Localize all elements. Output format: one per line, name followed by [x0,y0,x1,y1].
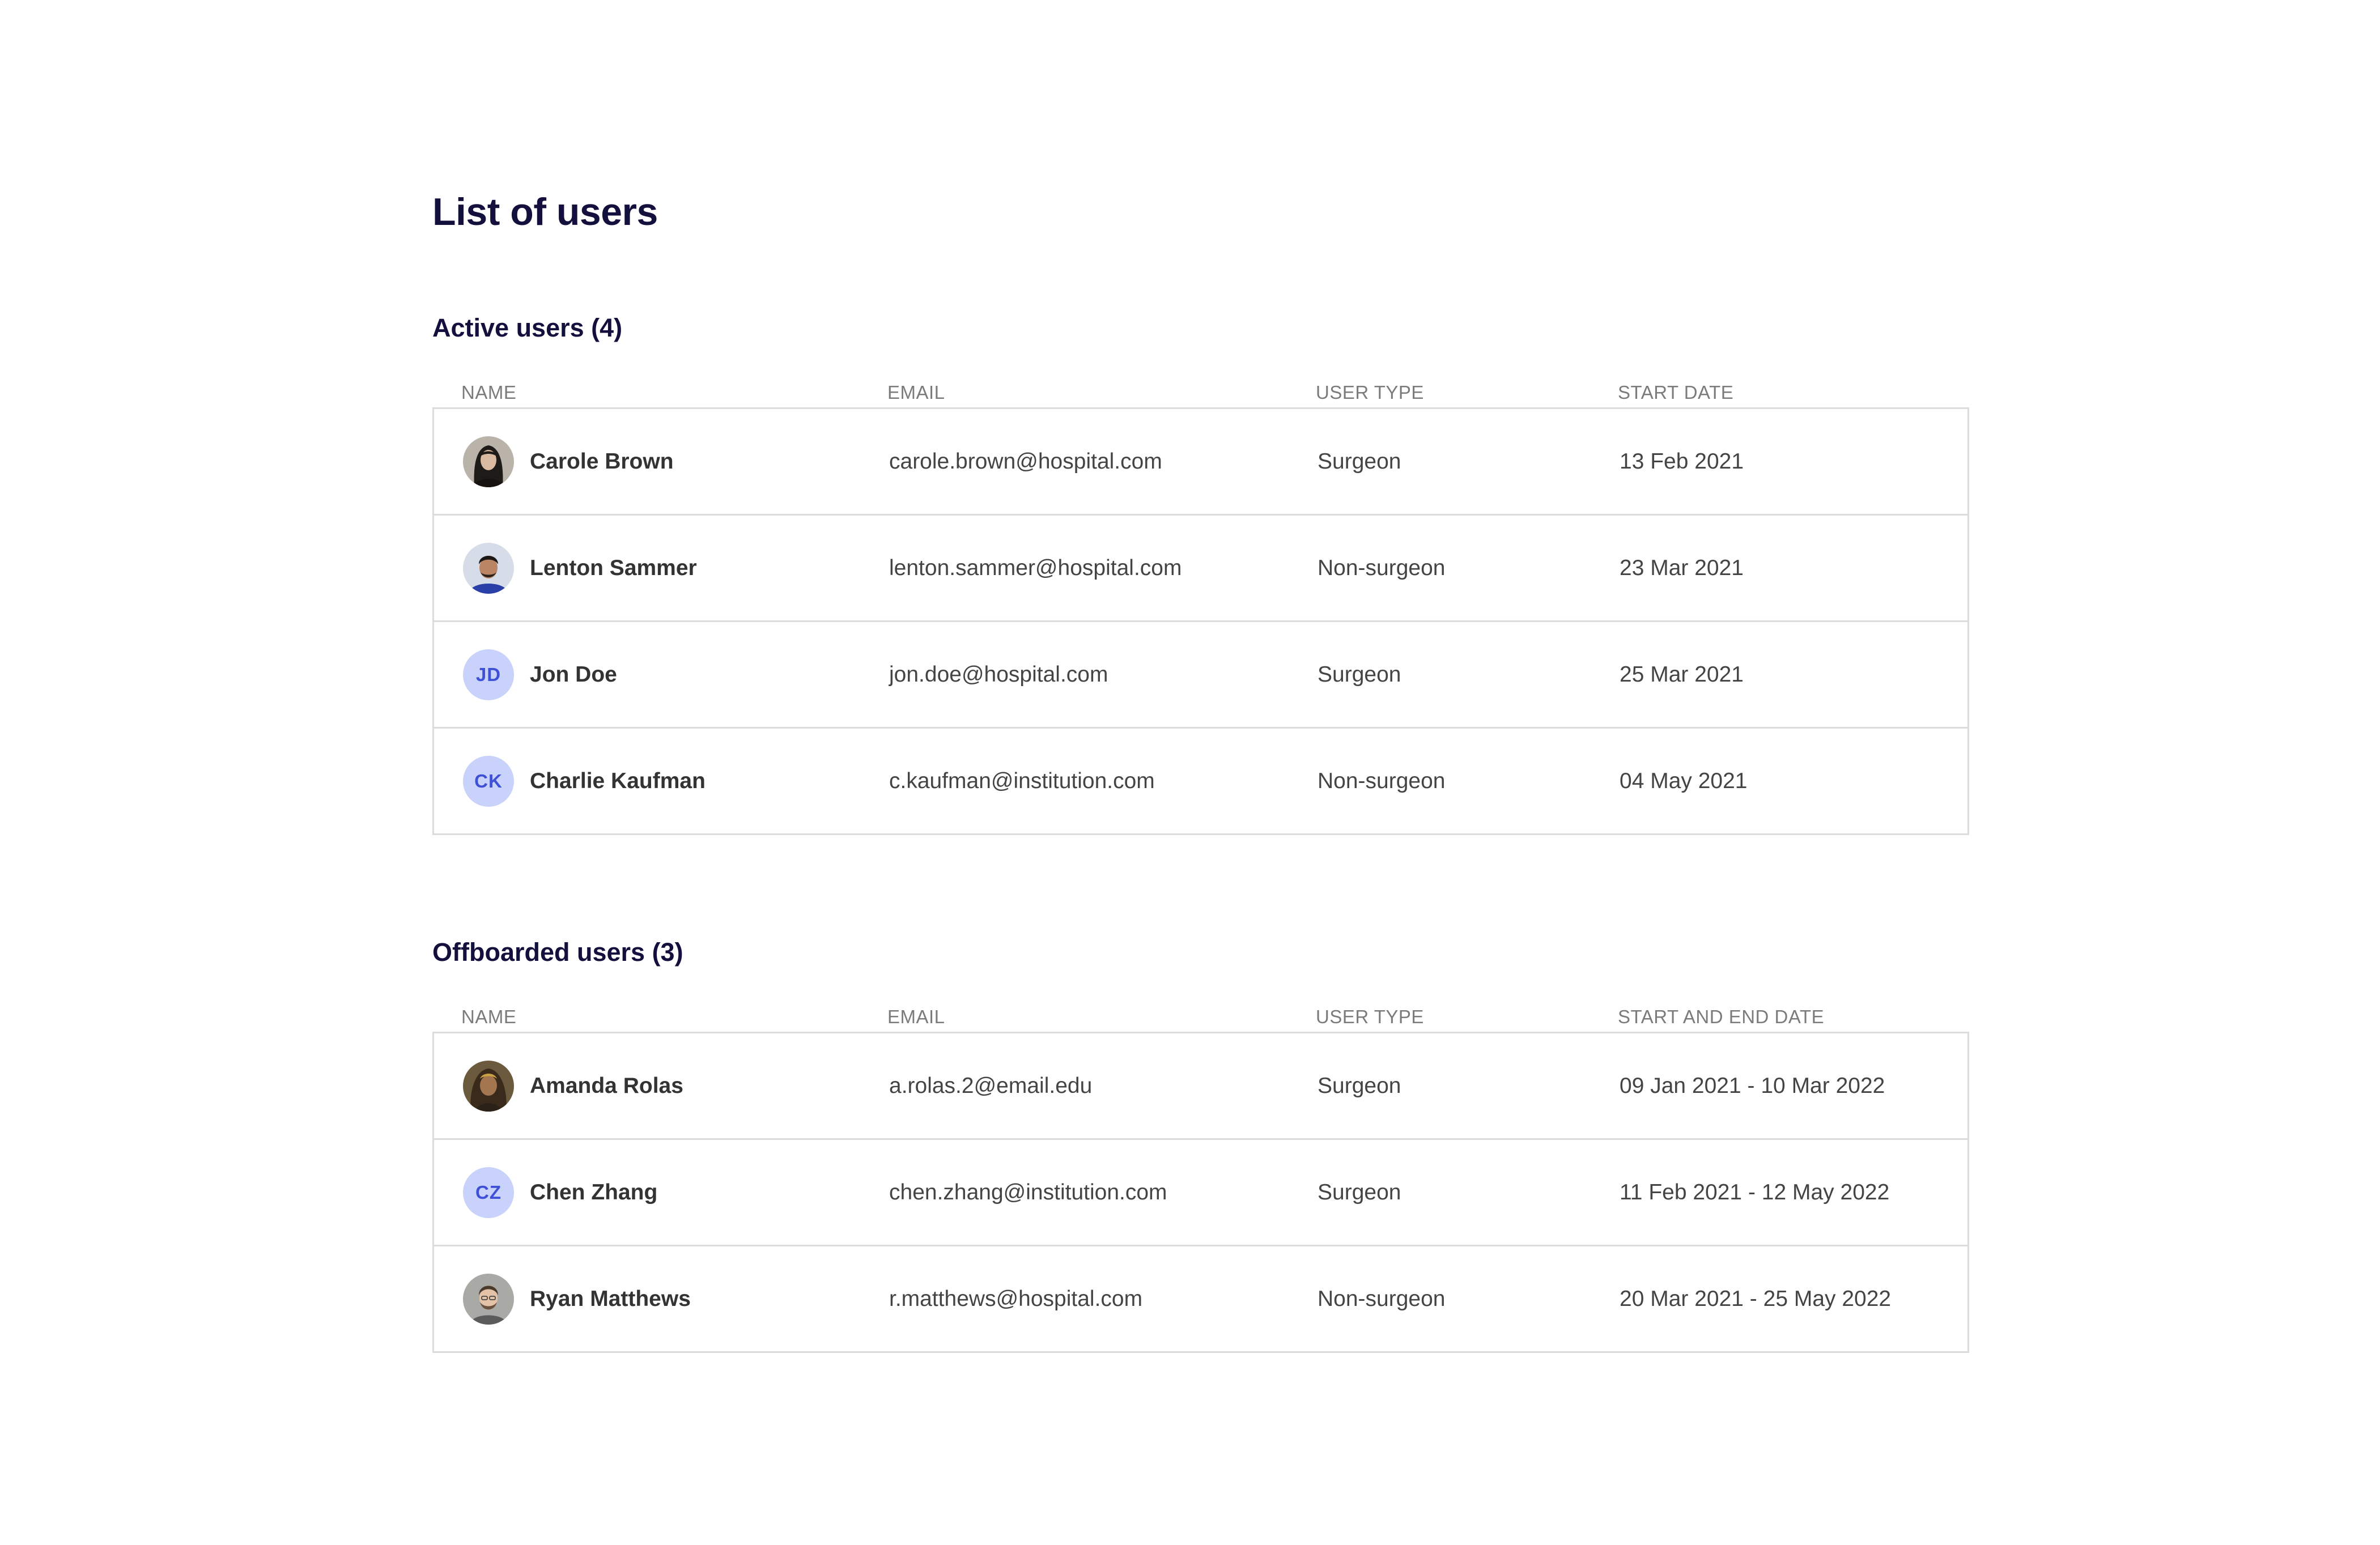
user-email: chen.zhang@institution.com [889,1180,1167,1204]
avatar-initials: CZ [463,1167,514,1218]
offboarded-users-section: Offboarded users (3) NAME EMAIL USER TYP… [432,939,1969,1353]
table-row[interactable]: Carole Brown carole.brown@hospital.com S… [434,409,1967,516]
offboarded-users-title: Offboarded users (3) [432,938,683,967]
offboarded-table-header: NAME EMAIL USER TYPE START AND END DATE [432,1000,1969,1026]
start-date: 25 Mar 2021 [1620,662,1744,687]
avatar [463,1273,514,1325]
avatar-initials: CK [463,755,514,807]
user-name: Lenton Sammer [530,556,697,580]
user-photo-icon [463,542,514,594]
active-users-section: Active users (4) NAME EMAIL USER TYPE ST… [432,315,1969,835]
avatar [463,1060,514,1112]
user-email: carole.brown@hospital.com [889,449,1162,474]
start-date: 13 Feb 2021 [1620,449,1744,474]
user-type: Surgeon [1318,449,1401,474]
table-row[interactable]: CK Charlie Kaufman c.kaufman@institution… [434,729,1967,833]
user-type: Surgeon [1318,662,1401,687]
user-type: Non-surgeon [1318,769,1446,793]
user-type: Non-surgeon [1318,1287,1446,1311]
table-row[interactable]: CZ Chen Zhang chen.zhang@institution.com… [434,1140,1967,1246]
start-end-date: 11 Feb 2021 - 12 May 2022 [1620,1180,1890,1204]
table-row[interactable]: Lenton Sammer lenton.sammer@hospital.com… [434,516,1967,622]
column-header-email: EMAIL [887,382,945,403]
active-users-title: Active users (4) [432,313,623,342]
user-email: jon.doe@hospital.com [889,662,1108,687]
column-header-name: NAME [461,382,517,403]
user-type: Surgeon [1318,1074,1401,1098]
avatar [463,542,514,594]
avatar [463,436,514,487]
user-name: Chen Zhang [530,1180,658,1204]
table-row[interactable]: Amanda Rolas a.rolas.2@email.edu Surgeon… [434,1033,1967,1140]
table-row[interactable]: JD Jon Doe jon.doe@hospital.com Surgeon … [434,622,1967,729]
table-row[interactable]: Ryan Matthews r.matthews@hospital.com No… [434,1246,1967,1351]
active-table-header: NAME EMAIL USER TYPE START DATE [432,376,1969,402]
user-name: Jon Doe [530,662,617,687]
user-photo-icon [463,436,514,487]
user-photo-icon [463,1273,514,1325]
start-date: 23 Mar 2021 [1620,556,1744,580]
user-type: Non-surgeon [1318,556,1446,580]
user-email: r.matthews@hospital.com [889,1287,1143,1311]
column-header-start-date: START DATE [1618,382,1734,403]
column-header-user-type: USER TYPE [1316,382,1424,403]
user-photo-icon [463,1060,514,1112]
column-header-name: NAME [461,1006,517,1027]
user-type: Surgeon [1318,1180,1401,1204]
column-header-email: EMAIL [887,1006,945,1027]
avatar-initials: JD [463,649,514,700]
offboarded-users-table: Amanda Rolas a.rolas.2@email.edu Surgeon… [432,1032,1969,1353]
start-end-date: 20 Mar 2021 - 25 May 2022 [1620,1287,1892,1311]
user-name: Carole Brown [530,449,674,474]
page-title: List of users [432,190,658,233]
user-name: Charlie Kaufman [530,769,706,793]
user-name: Amanda Rolas [530,1074,683,1098]
user-name: Ryan Matthews [530,1287,691,1311]
column-header-start-end-date: START AND END DATE [1618,1006,1825,1027]
column-header-user-type: USER TYPE [1316,1006,1424,1027]
user-list-page: List of users Active users (4) NAME EMAI… [432,193,1969,1353]
user-email: a.rolas.2@email.edu [889,1074,1093,1098]
start-end-date: 09 Jan 2021 - 10 Mar 2022 [1620,1074,1885,1098]
user-email: lenton.sammer@hospital.com [889,556,1182,580]
start-date: 04 May 2021 [1620,769,1748,793]
active-users-table: Carole Brown carole.brown@hospital.com S… [432,407,1969,835]
user-email: c.kaufman@institution.com [889,769,1155,793]
